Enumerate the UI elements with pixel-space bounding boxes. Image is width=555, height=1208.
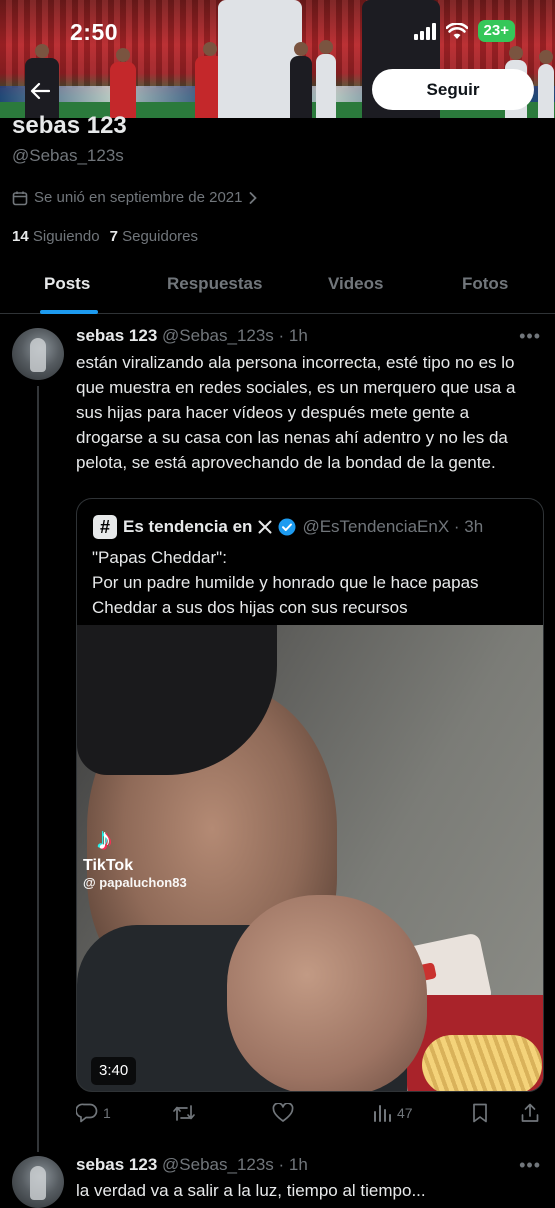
retweet-icon xyxy=(173,1105,195,1121)
views-chart-icon xyxy=(374,1105,391,1122)
tiktok-watermark: ♪ TikTok @ papaluchon83 xyxy=(83,823,187,891)
verified-badge-icon xyxy=(278,518,296,536)
quoted-handle-time: @EsTendenciaEnX · 3h xyxy=(302,517,484,536)
video-fries xyxy=(422,1035,542,1091)
quoted-text-title: "Papas Cheddar": xyxy=(92,548,227,567)
avatar[interactable] xyxy=(12,328,64,380)
banner-player xyxy=(110,48,136,118)
follow-stats: 14 Siguiendo 7 Seguidores xyxy=(12,228,198,245)
tiktok-logo-icon: ♪ xyxy=(97,823,112,856)
banner-player xyxy=(290,42,312,118)
tweet-author-name[interactable]: sebas 123 xyxy=(76,326,157,345)
tweet-text: la verdad va a salir a la luz, tiempo al… xyxy=(76,1181,426,1200)
reply-icon xyxy=(76,1103,98,1123)
tiktok-username: @ papaluchon83 xyxy=(83,875,187,890)
quoted-author-name: Es tendencia en xyxy=(123,517,253,536)
tab-fotos[interactable]: Fotos xyxy=(462,274,508,294)
thread-line xyxy=(37,386,39,1152)
tweet-handle-time[interactable]: @Sebas_123s · 1h xyxy=(162,326,308,345)
views-button[interactable]: 47 xyxy=(372,1100,413,1126)
video-thumbnail[interactable]: ♪ TikTok @ papaluchon83 3:40 xyxy=(77,625,543,1091)
follow-button[interactable]: Seguir xyxy=(372,69,534,110)
quoted-tweet[interactable]: # Es tendencia en @EsTendenciaEnX · 3h "… xyxy=(76,498,544,1092)
tab-posts[interactable]: Posts xyxy=(44,274,90,294)
followers-label: Seguidores xyxy=(122,228,198,245)
view-count: 47 xyxy=(397,1105,413,1121)
profile-tabs: Posts Respuestas Videos Fotos xyxy=(0,262,555,314)
back-arrow-icon xyxy=(30,82,50,100)
active-tab-indicator xyxy=(40,310,98,314)
retweet-button[interactable] xyxy=(172,1100,201,1126)
back-button[interactable] xyxy=(18,75,62,107)
joined-date: Se unió en septiembre de 2021 xyxy=(12,189,258,206)
following-count: 14 xyxy=(12,228,29,245)
profile-name: sebas 123 xyxy=(12,112,127,139)
joined-text: Se unió en septiembre de 2021 xyxy=(34,189,243,206)
more-options-icon[interactable]: ••• xyxy=(519,326,541,347)
profile-handle: @Sebas_123s xyxy=(12,146,124,165)
hashtag-avatar-icon: # xyxy=(93,515,117,539)
calendar-icon xyxy=(12,191,28,205)
tweet-handle-time[interactable]: @Sebas_123s · 1h xyxy=(162,1155,308,1174)
following-link[interactable]: 14 Siguiendo xyxy=(12,228,100,245)
share-icon xyxy=(521,1103,539,1122)
followers-count: 7 xyxy=(109,228,118,245)
share-button[interactable] xyxy=(520,1100,540,1126)
battery-indicator: 23+ xyxy=(477,20,515,42)
heart-icon xyxy=(272,1103,294,1122)
more-options-icon[interactable]: ••• xyxy=(519,1155,541,1176)
tweet-header: sebas 123 @Sebas_123s · 1h xyxy=(76,326,308,346)
wifi-icon xyxy=(445,22,468,39)
avatar[interactable] xyxy=(12,1156,64,1208)
quoted-tweet-text: "Papas Cheddar": Por un padre humilde y … xyxy=(92,545,532,620)
tweet-text: están viralizando ala persona incorrecta… xyxy=(76,353,516,472)
video-duration: 3:40 xyxy=(91,1057,137,1085)
status-time: 2:50 xyxy=(70,19,119,45)
quoted-tweet-header: # Es tendencia en @EsTendenciaEnX · 3h xyxy=(93,515,483,539)
like-button[interactable] xyxy=(272,1100,299,1126)
status-icons: 23+ xyxy=(413,20,515,42)
tab-respuestas[interactable]: Respuestas xyxy=(167,274,262,294)
chevron-right-icon[interactable] xyxy=(248,191,258,205)
cellular-signal-icon xyxy=(413,22,436,40)
following-label: Siguiendo xyxy=(32,228,100,245)
tweet-actions: 1 47 xyxy=(76,1100,544,1126)
banner-player xyxy=(316,40,336,118)
followers-link[interactable]: 7 Seguidores xyxy=(110,228,198,245)
tweet-author-name[interactable]: sebas 123 xyxy=(76,1155,157,1174)
reply-count: 1 xyxy=(103,1105,111,1121)
banner-player xyxy=(538,50,554,118)
tweet-header: sebas 123 @Sebas_123s · 1h xyxy=(76,1155,308,1175)
x-logo-icon xyxy=(258,520,272,534)
tab-videos[interactable]: Videos xyxy=(328,274,383,294)
reply-button[interactable]: 1 xyxy=(76,1100,111,1126)
tiktok-label: TikTok xyxy=(83,857,134,874)
quoted-text-body: Por un padre humilde y honrado que le ha… xyxy=(92,573,479,617)
bookmark-button[interactable] xyxy=(471,1100,489,1126)
video-pointing-hand xyxy=(227,895,427,1091)
bookmark-icon xyxy=(473,1103,487,1123)
